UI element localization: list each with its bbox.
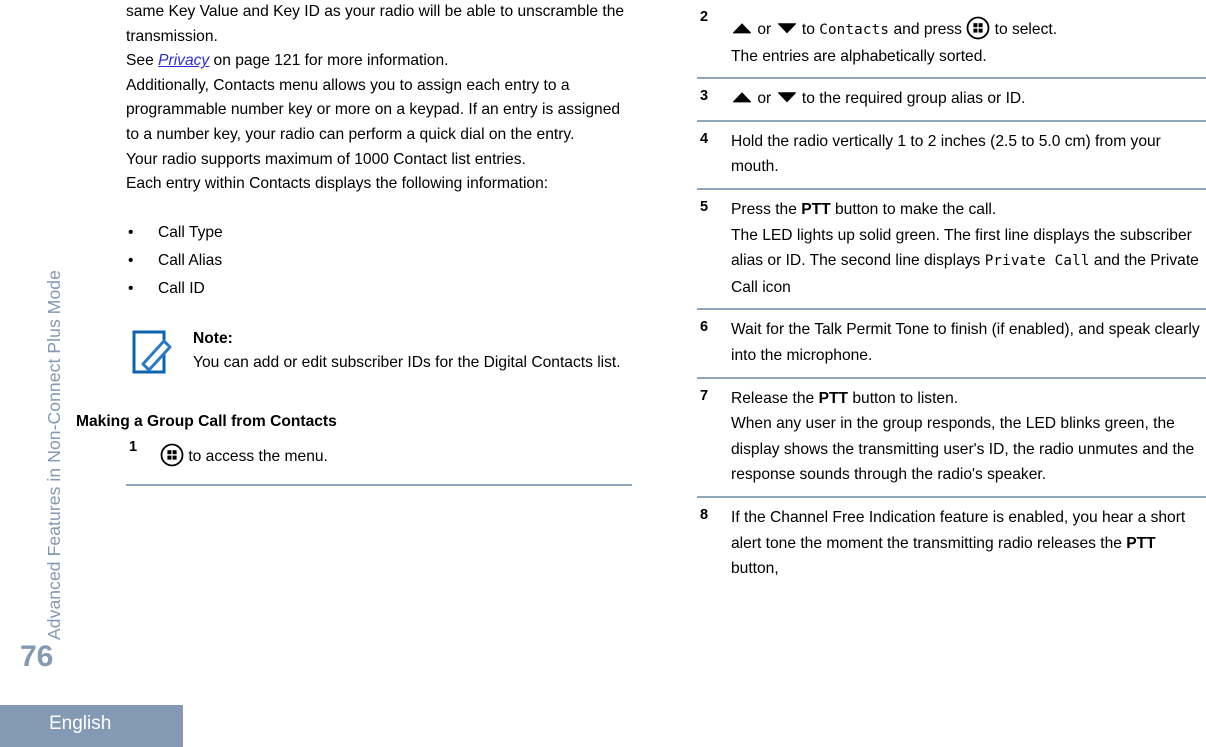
step-2-select: to select. [990, 21, 1058, 38]
paragraph-scramble: same Key Value and Key ID as your radio … [126, 3, 625, 45]
note-title: Note: [193, 329, 233, 347]
step-number: 5 [700, 198, 709, 215]
menu-button-icon [966, 16, 990, 40]
note-body: You can add or edit subscriber IDs for t… [193, 353, 621, 371]
procedure-step-1: 1 to access the menu. [126, 433, 632, 486]
step-number: 1 [129, 438, 138, 455]
step-number: 6 [700, 319, 709, 336]
step-body: Press the PTT button to make the call. Th… [731, 197, 1206, 300]
procedure-step-2: 2 or to Contacts and press to select. The… [697, 0, 1206, 80]
paragraph-max-entries: Your radio supports maximum of 1000 Cont… [126, 150, 526, 168]
ptt-label: PTT [1126, 534, 1156, 552]
step-7-lead-suffix: button to listen. [848, 389, 959, 407]
step-8-prefix: If the Channel Free Indication feature i… [731, 508, 1186, 552]
chapter-side-tab-label: Advanced Features in Non-Connect Plus Mo… [44, 270, 64, 640]
language-label: English [49, 713, 112, 734]
step-1-text: to access the menu. [184, 447, 328, 465]
step-3-text: to the required group alias or ID. [797, 90, 1026, 108]
step-body: Hold the radio vertically 1 to 2 inches … [731, 132, 1161, 176]
conj-or-2: or [753, 90, 776, 108]
step-number: 4 [700, 130, 709, 147]
display-text-contacts: Contacts [819, 22, 890, 38]
paragraph-additionally: Additionally, Contacts menu allows you t… [126, 76, 621, 143]
down-arrow-icon [776, 18, 798, 34]
procedure-step-6: 6 Wait for the Talk Permit Tone to finis… [697, 310, 1206, 379]
step-body: or to Contacts and press to select. The e… [731, 2, 1206, 69]
step-number: 8 [700, 506, 709, 523]
step-5-lead-suffix: button to make the call. [830, 200, 997, 218]
paragraph-see-privacy: See Privacy on page 121 for more informa… [126, 49, 632, 74]
procedure-step-8: 8 If the Channel Free Indication feature… [697, 498, 1206, 590]
bullet-dot-icon: • [128, 279, 134, 297]
page-number: 76 [20, 640, 54, 673]
up-arrow-icon [731, 87, 753, 103]
right-column: 2 or to Contacts and press to select. The… [697, 0, 1206, 590]
step-7-lead-prefix: Release the [731, 389, 819, 407]
left-column: same Key Value and Key ID as your radio … [76, 0, 632, 486]
list-item: • Call Alias [126, 247, 632, 275]
ptt-label: PTT [818, 389, 849, 407]
bullet-dot-icon: • [128, 223, 134, 241]
see-suffix: on page 121 for more information. [209, 52, 449, 70]
note-pencil-icon [131, 329, 175, 375]
procedure-step-3: 3 or to the required group alias or ID. [697, 79, 1206, 122]
list-item-label: Call Alias [158, 251, 223, 269]
display-text-private-call: Private Call [984, 253, 1090, 270]
step-body: to access the menu. [160, 432, 328, 467]
paragraph-each-entry: Each entry within Contacts displays the … [126, 175, 549, 193]
list-item: • Call Type [126, 219, 632, 247]
step-5-lead-prefix: Press the [731, 200, 802, 218]
step-7-result: When any user in the group responds, the… [731, 415, 1195, 484]
step-body: Release the PTT button to listen. When an… [731, 386, 1206, 488]
page-title: Making a Group Call from Contacts [76, 412, 337, 430]
step-8-suffix: button, [731, 560, 779, 578]
step-number: 2 [700, 9, 709, 25]
down-arrow-icon [776, 87, 798, 103]
conj-or-1: or [753, 21, 776, 38]
list-item-label: Call Type [158, 223, 223, 241]
step-number: 7 [700, 387, 709, 404]
step-body: Wait for the Talk Permit Tone to finish … [731, 321, 1200, 364]
procedure-step-4: 4 Hold the radio vertically 1 to 2 inche… [697, 122, 1206, 190]
contact-info-bullet-list: • Call Type • Call Alias • Call ID [126, 219, 632, 303]
document-page: Advanced Features in Non-Connect Plus Mo… [0, 0, 1206, 747]
procedure-step-7: 7 Release the PTT button to listen. When … [697, 379, 1206, 498]
step-number: 3 [700, 88, 709, 105]
up-arrow-icon [731, 18, 753, 34]
see-prefix: See [126, 52, 159, 70]
step-2-result: The entries are alphabetically sorted. [731, 47, 987, 65]
chapter-side-tab: Advanced Features in Non-Connect Plus Mo… [0, 0, 64, 660]
menu-button-icon [160, 443, 184, 467]
step-body: If the Channel Free Indication feature i… [731, 505, 1206, 582]
list-item: • Call ID [126, 275, 632, 303]
procedure-step-5: 5 Press the PTT button to make the call.… [697, 190, 1206, 311]
ptt-label: PTT [801, 200, 831, 218]
bullet-dot-icon: • [128, 251, 134, 269]
privacy-link[interactable]: Privacy [158, 52, 209, 69]
step-2-press: and press [889, 21, 967, 38]
list-item-label: Call ID [158, 279, 205, 297]
note-callout: Note: You can add or edit subscriber IDs… [126, 327, 632, 387]
step-body: or to the required group alias or ID. [731, 86, 1206, 112]
step-2-to: to [797, 21, 820, 38]
